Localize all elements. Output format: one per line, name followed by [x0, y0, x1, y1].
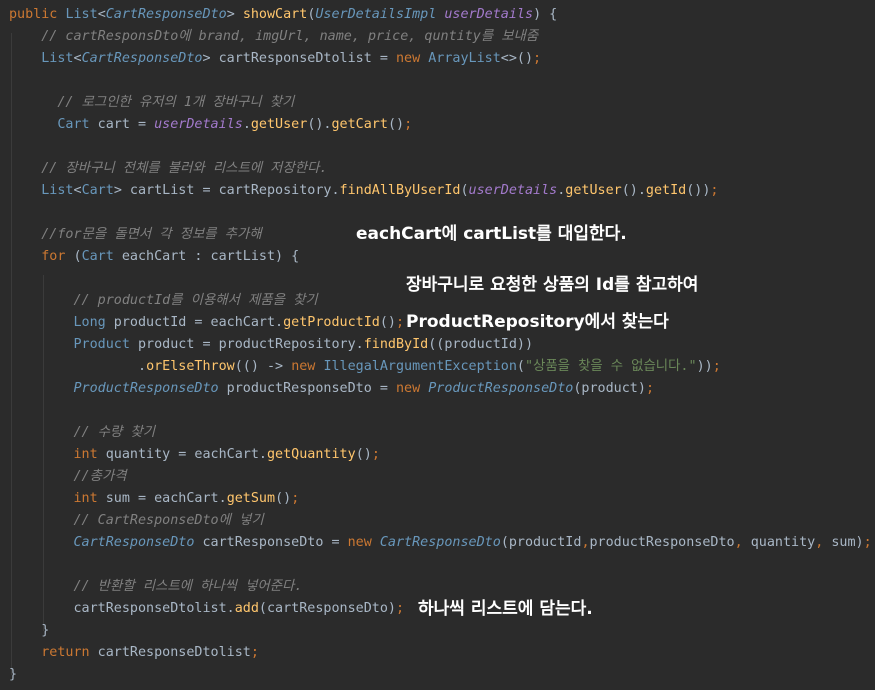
- code-line[interactable]: ProductResponseDto productResponseDto = …: [9, 378, 655, 400]
- annotation-find-product-line2: ProductRepository에서 찾는다: [406, 312, 669, 332]
- code-line[interactable]: }: [9, 620, 49, 642]
- code-line[interactable]: List<Cart> cartList = cartRepository.fin…: [9, 180, 718, 202]
- code-line[interactable]: return cartResponseDtolist;: [9, 642, 259, 664]
- code-line[interactable]: .orElseThrow(() -> new IllegalArgumentEx…: [9, 356, 721, 378]
- code-line[interactable]: // 로그인한 유저의 1개 장바구니 찾기: [9, 92, 294, 114]
- code-line[interactable]: Long productId = eachCart.getProductId()…: [9, 312, 405, 334]
- code-line[interactable]: public List<CartResponseDto> showCart(Us…: [9, 4, 557, 26]
- code-line[interactable]: // CartResponseDto에 넣기: [9, 510, 264, 532]
- code-line[interactable]: List<CartResponseDto> cartResponseDtolis…: [9, 48, 541, 70]
- code-line[interactable]: CartResponseDto cartResponseDto = new Ca…: [9, 532, 872, 554]
- code-line[interactable]: for (Cart eachCart : cartList) {: [9, 246, 299, 268]
- code-line[interactable]: // 장바구니 전체를 불러와 리스트에 저장한다.: [9, 158, 327, 180]
- code-line[interactable]: // productId를 이용해서 제품을 찾기: [9, 290, 318, 312]
- code-line[interactable]: // 수량 찾기: [9, 422, 156, 444]
- code-line[interactable]: // 반환할 리스트에 하나씩 넣어준다.: [9, 576, 303, 598]
- annotation-add-to-list: 하나씩 리스트에 담는다.: [418, 599, 593, 619]
- code-line[interactable]: // cartResponsDto에 brand, imgUrl, name, …: [9, 26, 538, 48]
- code-line[interactable]: cartResponseDtolist.add(cartResponseDto)…: [9, 598, 404, 620]
- code-line[interactable]: Product product = productRepository.find…: [9, 334, 534, 356]
- code-line[interactable]: }: [9, 664, 17, 686]
- code-line[interactable]: int sum = eachCart.getSum();: [9, 488, 300, 510]
- code-line[interactable]: Cart cart = userDetails.getUser().getCar…: [9, 114, 412, 136]
- code-line[interactable]: //for문을 돌면서 각 정보를 추가해: [9, 224, 261, 246]
- annotation-find-product-line1: 장바구니로 요청한 상품의 Id를 참고하여: [406, 275, 699, 295]
- code-line[interactable]: //총가격: [9, 466, 127, 488]
- code-editor[interactable]: public List<CartResponseDto> showCart(Us…: [0, 0, 875, 690]
- annotation-each-cart: eachCart에 cartList를 대입한다.: [356, 224, 627, 244]
- code-line[interactable]: int quantity = eachCart.getQuantity();: [9, 444, 380, 466]
